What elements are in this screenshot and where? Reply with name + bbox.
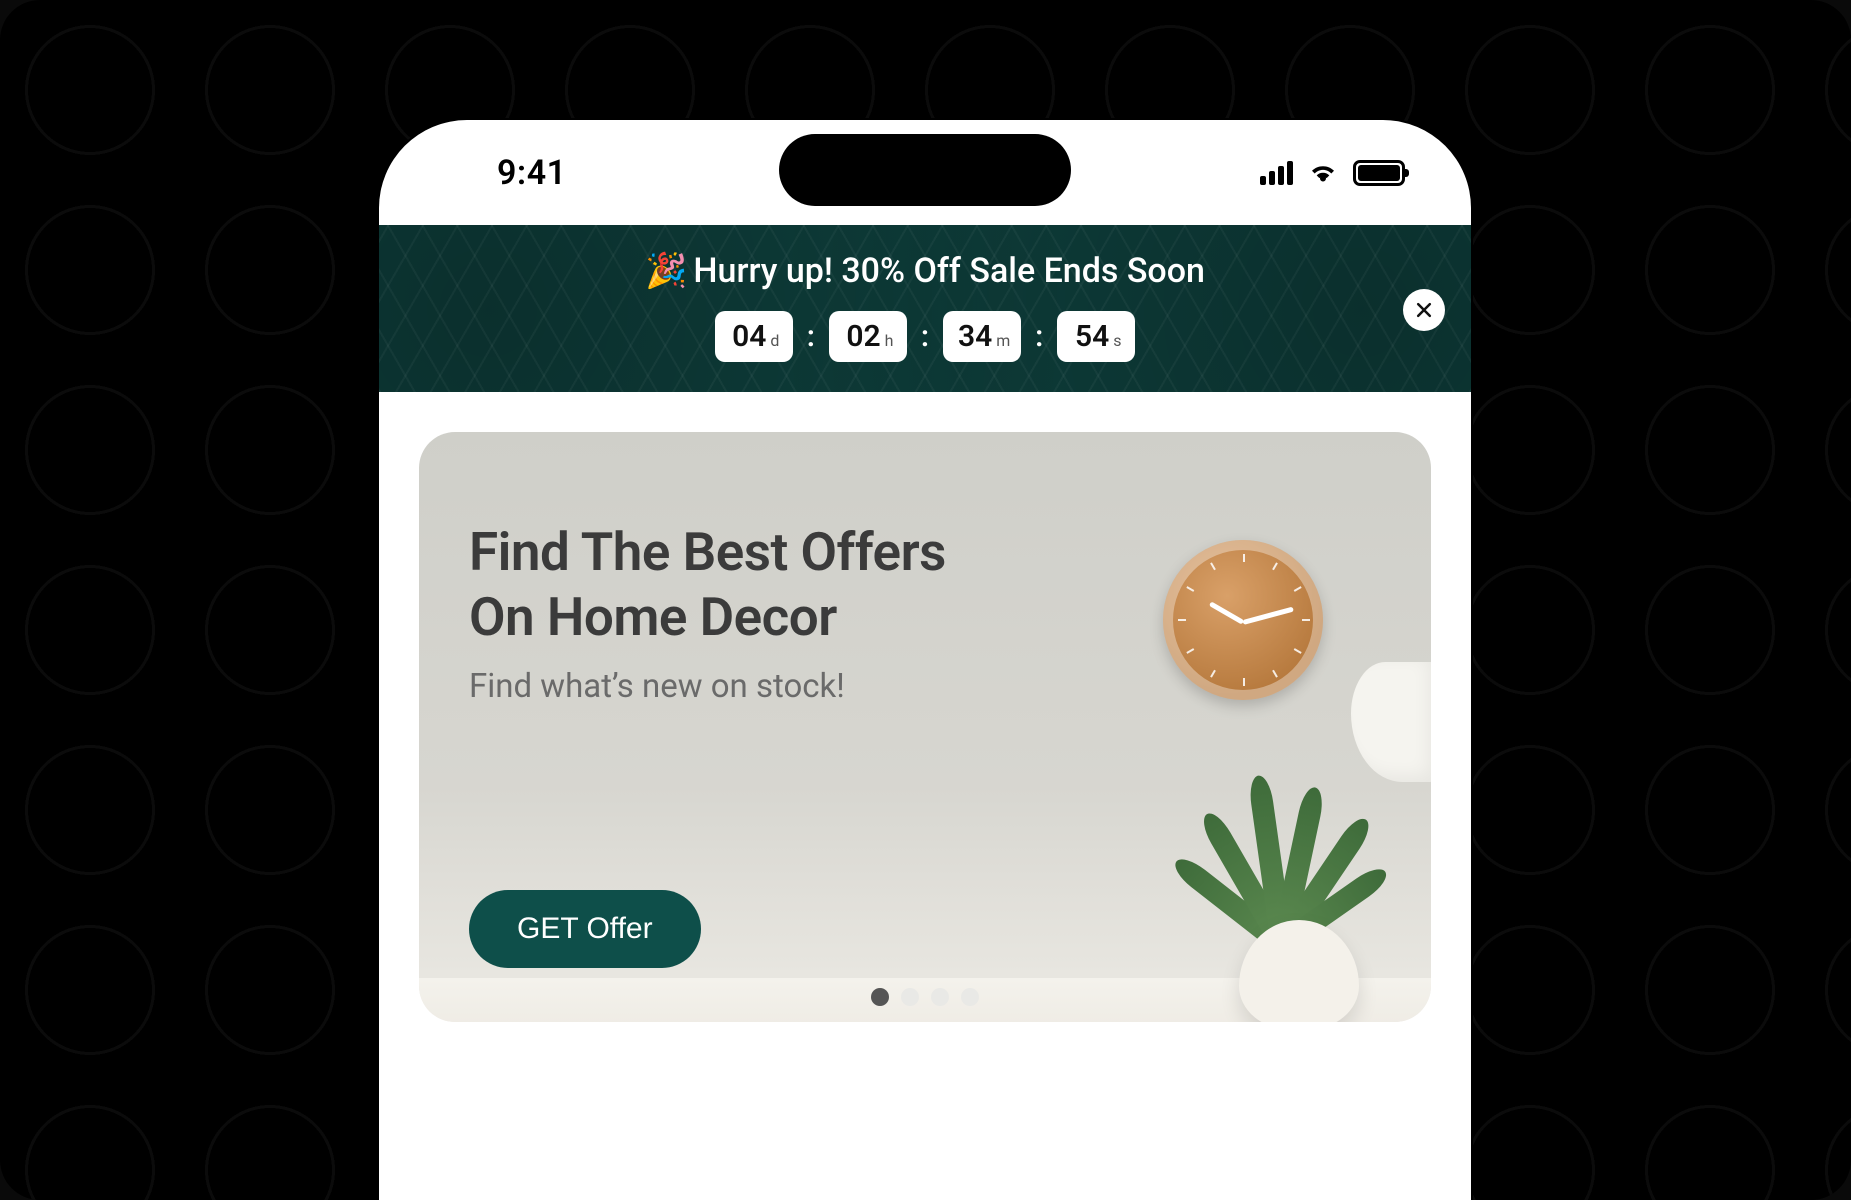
hero-title-line1: Find The Best Offers	[469, 521, 946, 583]
carousel-dot-3[interactable]	[931, 988, 949, 1006]
countdown-hours: 02 h	[829, 311, 907, 362]
cellular-signal-icon	[1260, 161, 1293, 185]
countdown-days: 04 d	[715, 311, 793, 362]
countdown-seconds-value: 54	[1075, 319, 1109, 354]
status-indicators	[1260, 160, 1405, 186]
countdown-separator: :	[1035, 319, 1043, 354]
countdown-minutes-value: 34	[958, 319, 992, 354]
countdown-days-value: 04	[732, 319, 766, 354]
countdown-hours-value: 02	[846, 319, 880, 354]
carousel-pagination[interactable]	[871, 988, 979, 1006]
get-offer-button[interactable]: GET Offer	[469, 890, 701, 968]
countdown-minutes: 34 m	[943, 311, 1021, 362]
countdown-seconds-unit: s	[1113, 331, 1121, 350]
countdown-separator: :	[807, 319, 815, 354]
carousel-dot-1[interactable]	[871, 988, 889, 1006]
battery-icon	[1353, 160, 1405, 186]
hero-content: Find The Best Offers On Home Decor Find …	[419, 432, 1431, 1022]
close-icon	[1414, 300, 1434, 320]
countdown-timer: 04 d : 02 h : 34 m : 54 s	[715, 311, 1136, 362]
wifi-icon	[1307, 161, 1339, 185]
device-frame: 9:41 🎉 Hurry up! 30% Off Sale Ends Soon …	[379, 120, 1471, 1200]
close-banner-button[interactable]	[1403, 289, 1445, 331]
countdown-seconds: 54 s	[1057, 311, 1135, 362]
countdown-hours-unit: h	[885, 331, 894, 350]
hero-title-line2: On Home Decor	[469, 586, 837, 648]
content-area: Find The Best Offers On Home Decor Find …	[379, 392, 1471, 1022]
device-notch	[779, 134, 1071, 206]
status-time: 9:41	[497, 153, 567, 193]
hero-carousel-card[interactable]: Find The Best Offers On Home Decor Find …	[419, 432, 1431, 1022]
hero-subtitle: Find what’s new on stock!	[469, 667, 1381, 706]
countdown-days-unit: d	[770, 331, 779, 350]
hero-title: Find The Best Offers On Home Decor	[469, 520, 1381, 649]
carousel-dot-2[interactable]	[901, 988, 919, 1006]
carousel-dot-4[interactable]	[961, 988, 979, 1006]
party-popper-icon: 🎉	[645, 251, 687, 291]
promo-banner: 🎉 Hurry up! 30% Off Sale Ends Soon 04 d …	[379, 225, 1471, 392]
countdown-minutes-unit: m	[996, 331, 1010, 350]
promo-title-text: Hurry up! 30% Off Sale Ends Soon	[693, 251, 1205, 291]
promo-title: 🎉 Hurry up! 30% Off Sale Ends Soon	[645, 251, 1205, 291]
countdown-separator: :	[921, 319, 929, 354]
